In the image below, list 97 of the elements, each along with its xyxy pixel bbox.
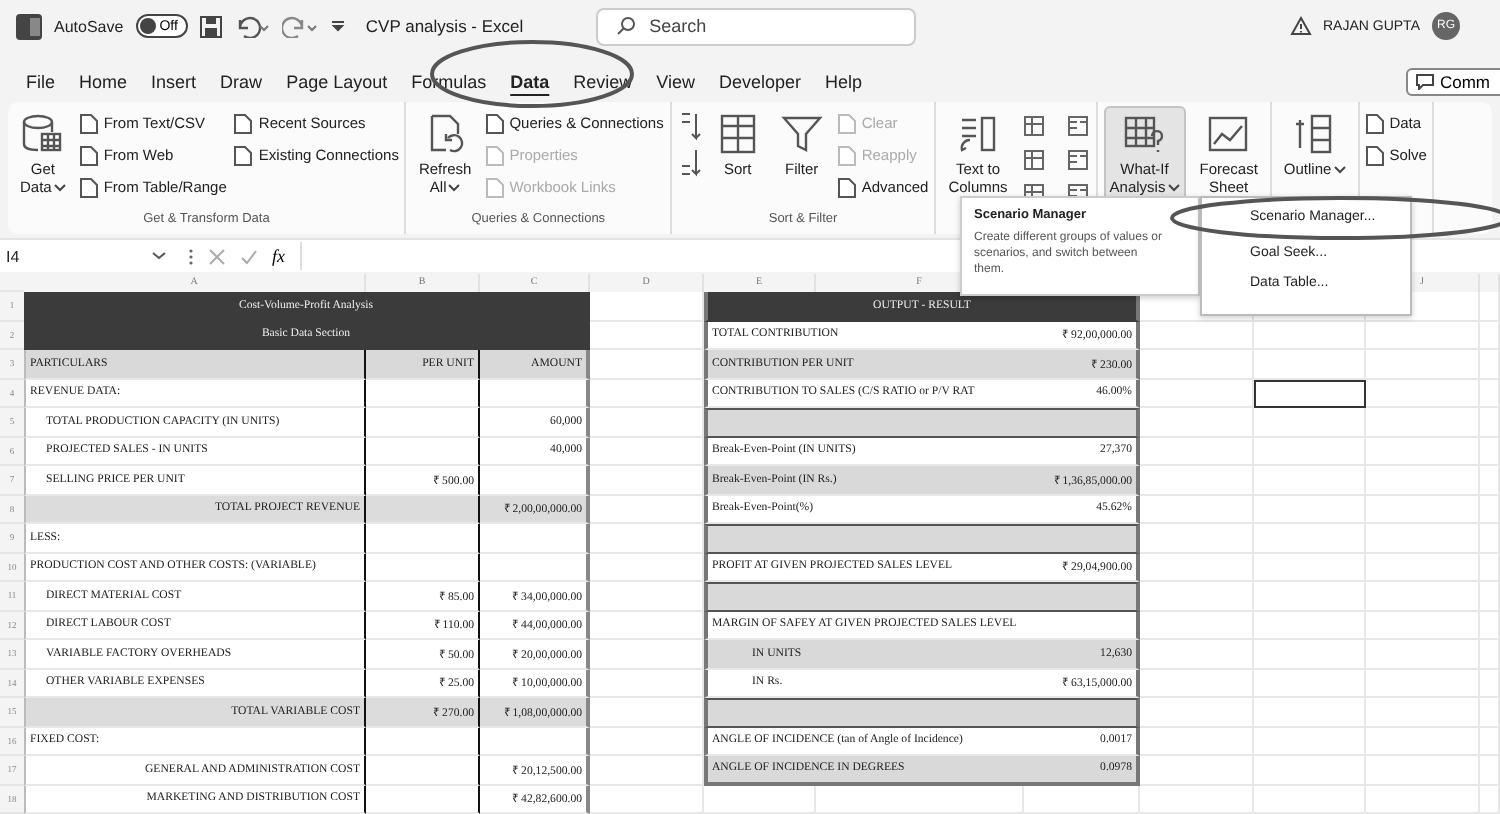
caret-icon bbox=[448, 183, 461, 191]
save-icon[interactable] bbox=[199, 15, 222, 37]
table-cell bbox=[1140, 408, 1254, 437]
table-cell bbox=[366, 756, 480, 785]
customize-icon[interactable] bbox=[329, 18, 346, 34]
table-cell bbox=[1140, 785, 1254, 814]
autosave-label: AutoSave bbox=[54, 17, 124, 35]
data-tool-icon[interactable] bbox=[1021, 114, 1046, 138]
table-cell bbox=[1140, 321, 1254, 350]
table-cell bbox=[590, 437, 704, 466]
caret-icon bbox=[1167, 183, 1180, 191]
data-tool-icon[interactable] bbox=[1065, 114, 1090, 138]
comments-button[interactable]: Comm bbox=[1405, 68, 1500, 96]
search-icon bbox=[615, 15, 636, 35]
ribbon-tab[interactable]: Page Layout bbox=[276, 68, 398, 96]
caret-icon bbox=[53, 183, 66, 191]
table-cell bbox=[1024, 408, 1140, 437]
table-cell bbox=[1024, 698, 1140, 727]
chart-icon bbox=[1206, 112, 1251, 156]
table-cell bbox=[1140, 524, 1254, 553]
table-cell bbox=[590, 321, 704, 350]
table-cell bbox=[1024, 785, 1140, 814]
table-cell bbox=[590, 495, 704, 524]
table-cell bbox=[590, 611, 704, 640]
table-cell bbox=[366, 727, 480, 756]
table-cell bbox=[1140, 379, 1254, 408]
cancel-icon[interactable] bbox=[208, 247, 226, 265]
table-cell[interactable] bbox=[1254, 408, 1366, 437]
outline-icon bbox=[1292, 112, 1337, 156]
window-title: CVP analysis - Excel bbox=[365, 16, 524, 36]
table-cell bbox=[1366, 350, 1480, 379]
data-tool-icon[interactable] bbox=[1021, 148, 1046, 172]
ribbon-tab[interactable]: Insert bbox=[141, 68, 207, 96]
table-cell bbox=[1140, 553, 1254, 582]
ribbon-tab[interactable]: View bbox=[646, 68, 706, 96]
table-cell bbox=[1140, 350, 1254, 379]
table-cell bbox=[366, 437, 480, 466]
check-icon[interactable] bbox=[240, 247, 258, 265]
insert-function-button[interactable]: fx bbox=[272, 246, 285, 266]
comment-icon bbox=[1415, 74, 1434, 90]
ribbon-tab[interactable]: Draw bbox=[210, 68, 273, 96]
data-tool-icon[interactable] bbox=[1065, 148, 1090, 172]
warning-icon[interactable] bbox=[1289, 16, 1311, 36]
table-cell bbox=[366, 553, 480, 582]
app-logo-icon bbox=[16, 13, 42, 39]
filter-icon bbox=[779, 112, 824, 156]
table-cell bbox=[1140, 582, 1254, 611]
caret-icon bbox=[152, 252, 166, 260]
table-cell bbox=[1024, 524, 1140, 553]
ribbon-tab[interactable]: Home bbox=[69, 68, 138, 96]
table-cell bbox=[366, 495, 480, 524]
table-cell bbox=[480, 524, 590, 553]
table-cell bbox=[590, 379, 704, 408]
ribbon-tab[interactable]: Developer bbox=[709, 68, 812, 96]
table-cell bbox=[1140, 698, 1254, 727]
table-cell bbox=[1366, 321, 1480, 350]
table-cell bbox=[1140, 437, 1254, 466]
table-cell bbox=[480, 553, 590, 582]
table-cell bbox=[1366, 379, 1480, 408]
table-cell bbox=[366, 408, 480, 437]
table-cell bbox=[590, 785, 704, 814]
table-cell bbox=[1366, 408, 1480, 437]
search-field[interactable]: Search bbox=[595, 7, 916, 45]
table-cell[interactable] bbox=[1254, 350, 1366, 379]
ribbon-tab[interactable]: Help bbox=[815, 68, 873, 96]
table-cell[interactable] bbox=[1254, 321, 1366, 350]
sort-descending-icon[interactable] bbox=[677, 146, 702, 178]
undo-icon[interactable] bbox=[233, 15, 270, 37]
ribbon-tab[interactable]: Data bbox=[500, 68, 560, 96]
table-cell bbox=[1140, 466, 1254, 495]
table-cell bbox=[1140, 640, 1254, 669]
more-icon bbox=[188, 247, 194, 265]
sort-ascending-icon[interactable] bbox=[677, 110, 702, 142]
database-icon bbox=[20, 112, 65, 156]
split-columns-icon bbox=[956, 112, 1000, 156]
table-question-icon bbox=[1122, 112, 1167, 156]
table-cell bbox=[1024, 582, 1140, 611]
sort-icon bbox=[715, 112, 760, 156]
table-cell bbox=[1140, 611, 1254, 640]
redo-icon[interactable] bbox=[281, 15, 318, 37]
table-cell bbox=[590, 553, 704, 582]
table-cell bbox=[366, 524, 480, 553]
table-cell bbox=[704, 785, 816, 814]
table-cell bbox=[1140, 756, 1254, 785]
table-cell bbox=[366, 785, 480, 814]
table-cell bbox=[1140, 495, 1254, 524]
name-box[interactable]: I4 bbox=[6, 247, 174, 265]
caret-icon bbox=[1333, 165, 1346, 173]
table-cell bbox=[480, 727, 590, 756]
table-cell bbox=[1140, 669, 1254, 698]
table-cell bbox=[590, 669, 704, 698]
table-cell bbox=[366, 379, 480, 408]
ribbon-tab[interactable]: File bbox=[16, 68, 66, 96]
table-cell bbox=[480, 379, 590, 408]
table-cell bbox=[1140, 727, 1254, 756]
table-cell bbox=[590, 727, 704, 756]
active-cell[interactable] bbox=[1254, 379, 1366, 408]
